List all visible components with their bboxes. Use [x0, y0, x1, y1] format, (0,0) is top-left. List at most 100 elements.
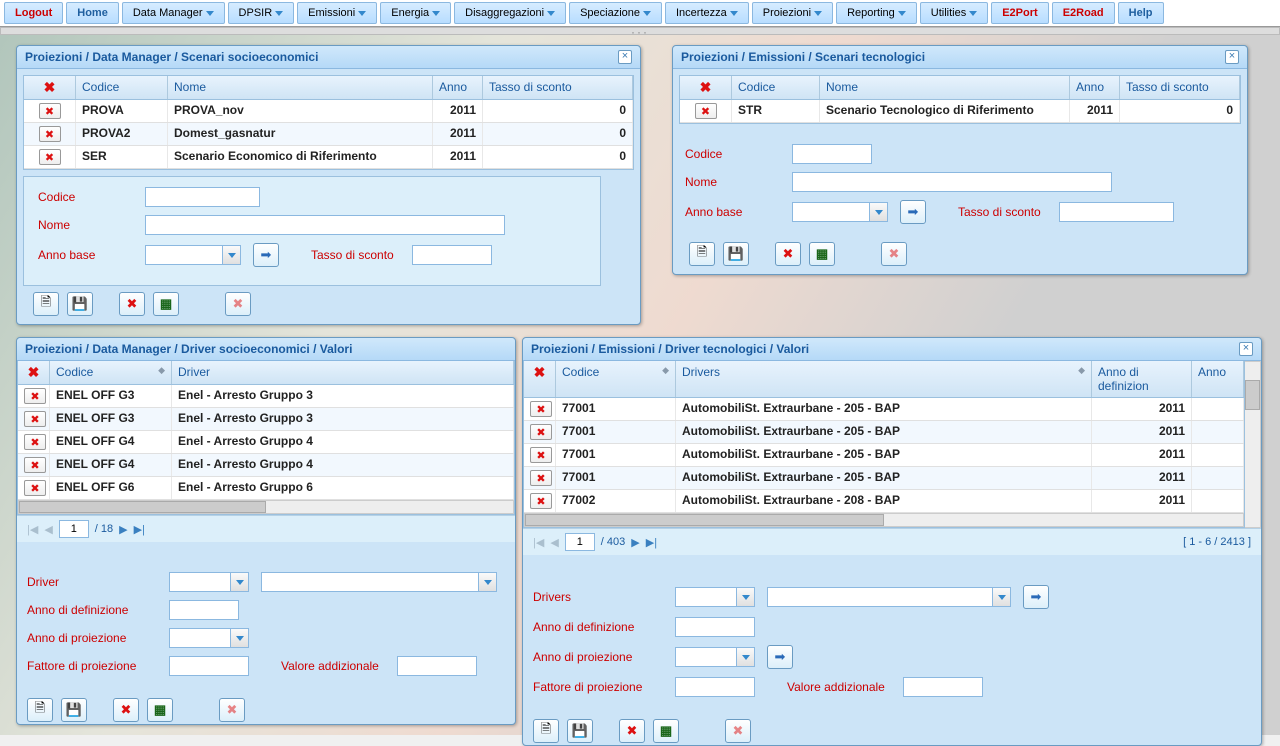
- tasso-input[interactable]: [1059, 202, 1174, 222]
- driver-name-input[interactable]: [261, 572, 479, 592]
- speciazione-menu[interactable]: Speciazione: [569, 2, 662, 24]
- delete-row-button[interactable]: ✖: [530, 424, 552, 440]
- help-button[interactable]: Help: [1118, 2, 1164, 24]
- chevron-down-icon[interactable]: [231, 628, 249, 648]
- prev-page-icon[interactable]: ◀: [550, 536, 558, 549]
- col-nome[interactable]: Nome: [168, 76, 433, 99]
- delete-row-button[interactable]: ✖: [695, 103, 717, 119]
- col-drivers[interactable]: Drivers◆: [676, 361, 1092, 397]
- nome-input[interactable]: [145, 215, 505, 235]
- table-row[interactable]: ✖SERScenario Economico di Riferimento201…: [24, 146, 633, 169]
- delete-button[interactable]: ✖: [113, 698, 139, 722]
- proiezioni-menu[interactable]: Proiezioni: [752, 2, 833, 24]
- delete-row-button[interactable]: ✖: [530, 470, 552, 486]
- col-codice[interactable]: Codice: [76, 76, 168, 99]
- annodef-input[interactable]: [675, 617, 755, 637]
- delete-all-icon[interactable]: [42, 80, 58, 94]
- annobase-input[interactable]: [145, 245, 223, 265]
- col-tasso[interactable]: Tasso di sconto: [483, 76, 633, 99]
- new-button[interactable]: 🗎: [689, 242, 715, 266]
- col-driver[interactable]: Driver: [172, 361, 514, 384]
- codice-input[interactable]: [145, 187, 260, 207]
- annodef-input[interactable]: [169, 600, 239, 620]
- nome-input[interactable]: [792, 172, 1112, 192]
- delete-row-button[interactable]: ✖: [24, 457, 46, 473]
- excel-button[interactable]: ▦: [809, 242, 835, 266]
- table-row[interactable]: ✖77002AutomobiliSt. Extraurbane - 208 - …: [524, 490, 1244, 513]
- annopro-input[interactable]: [169, 628, 231, 648]
- go-button[interactable]: ➡: [1023, 585, 1049, 609]
- last-page-icon[interactable]: ▶|: [134, 523, 145, 536]
- reset-button[interactable]: ✖: [725, 719, 751, 743]
- table-row[interactable]: ✖PROVAPROVA_nov20110: [24, 100, 633, 123]
- delete-button[interactable]: ✖: [619, 719, 645, 743]
- table-row[interactable]: ✖ENEL OFF G6Enel - Arresto Gruppo 6: [18, 477, 514, 500]
- reset-button[interactable]: ✖: [219, 698, 245, 722]
- delete-row-button[interactable]: ✖: [24, 388, 46, 404]
- delete-row-button[interactable]: ✖: [24, 480, 46, 496]
- v-scrollbar[interactable]: [1245, 361, 1261, 528]
- annopro-input[interactable]: [675, 647, 737, 667]
- panel-header[interactable]: Proiezioni / Emissioni / Driver tecnolog…: [523, 338, 1261, 361]
- page-input[interactable]: [565, 533, 595, 551]
- col-codice[interactable]: Codice: [732, 76, 820, 99]
- driver-name-input[interactable]: [767, 587, 993, 607]
- chevron-down-icon[interactable]: [993, 587, 1011, 607]
- valadd-input[interactable]: [397, 656, 477, 676]
- energia-menu[interactable]: Energia: [380, 2, 451, 24]
- table-row[interactable]: ✖ENEL OFF G4Enel - Arresto Gruppo 4: [18, 431, 514, 454]
- tasso-input[interactable]: [412, 245, 492, 265]
- table-row[interactable]: ✖ENEL OFF G3Enel - Arresto Gruppo 3: [18, 408, 514, 431]
- excel-button[interactable]: ▦: [147, 698, 173, 722]
- col-anno[interactable]: Anno: [1192, 361, 1244, 397]
- new-button[interactable]: 🗎: [533, 719, 559, 743]
- save-button[interactable]: 💾: [61, 698, 87, 722]
- utilities-menu[interactable]: Utilities: [920, 2, 988, 24]
- next-page-icon[interactable]: ▶: [119, 523, 127, 536]
- col-codice[interactable]: Codice◆: [556, 361, 676, 397]
- driver-code-input[interactable]: [675, 587, 737, 607]
- delete-row-button[interactable]: ✖: [39, 103, 61, 119]
- col-anno[interactable]: Anno: [1070, 76, 1120, 99]
- excel-button[interactable]: ▦: [153, 292, 179, 316]
- table-row[interactable]: ✖77001AutomobiliSt. Extraurbane - 205 - …: [524, 421, 1244, 444]
- chevron-down-icon[interactable]: [870, 202, 888, 222]
- page-input[interactable]: [59, 520, 89, 538]
- driver-code-input[interactable]: [169, 572, 231, 592]
- panel-header[interactable]: Proiezioni / Data Manager / Scenari soci…: [17, 46, 640, 69]
- table-row[interactable]: ✖77001AutomobiliSt. Extraurbane - 205 - …: [524, 467, 1244, 490]
- close-icon[interactable]: ×: [618, 50, 632, 64]
- delete-all-icon[interactable]: [26, 365, 42, 379]
- emissioni-menu[interactable]: Emissioni: [297, 2, 377, 24]
- disaggregazioni-menu[interactable]: Disaggregazioni: [454, 2, 566, 24]
- reporting-menu[interactable]: Reporting: [836, 2, 917, 24]
- delete-row-button[interactable]: ✖: [39, 126, 61, 142]
- prev-page-icon[interactable]: ◀: [44, 523, 52, 536]
- first-page-icon[interactable]: |◀: [27, 523, 38, 536]
- close-icon[interactable]: ×: [1225, 50, 1239, 64]
- e2road-button[interactable]: E2Road: [1052, 2, 1115, 24]
- delete-row-button[interactable]: ✖: [530, 493, 552, 509]
- chevron-down-icon[interactable]: [231, 572, 249, 592]
- codice-input[interactable]: [792, 144, 872, 164]
- go-button[interactable]: ➡: [767, 645, 793, 669]
- chevron-down-icon[interactable]: [223, 245, 241, 265]
- fattore-input[interactable]: [169, 656, 249, 676]
- table-row[interactable]: ✖STRScenario Tecnologico di Riferimento2…: [680, 100, 1240, 123]
- panel-header[interactable]: Proiezioni / Emissioni / Scenari tecnolo…: [673, 46, 1247, 69]
- table-row[interactable]: ✖ENEL OFF G4Enel - Arresto Gruppo 4: [18, 454, 514, 477]
- last-page-icon[interactable]: ▶|: [646, 536, 657, 549]
- reset-button[interactable]: ✖: [881, 242, 907, 266]
- panel-header[interactable]: Proiezioni / Data Manager / Driver socio…: [17, 338, 515, 361]
- go-button[interactable]: ➡: [900, 200, 926, 224]
- incertezza-menu[interactable]: Incertezza: [665, 2, 749, 24]
- table-row[interactable]: ✖PROVA2Domest_gasnatur20110: [24, 123, 633, 146]
- save-button[interactable]: 💾: [67, 292, 93, 316]
- save-button[interactable]: 💾: [567, 719, 593, 743]
- excel-button[interactable]: ▦: [653, 719, 679, 743]
- delete-button[interactable]: ✖: [775, 242, 801, 266]
- col-annodef[interactable]: Anno di definizion: [1092, 361, 1192, 397]
- col-codice[interactable]: Codice◆: [50, 361, 172, 384]
- table-row[interactable]: ✖77001AutomobiliSt. Extraurbane - 205 - …: [524, 398, 1244, 421]
- save-button[interactable]: 💾: [723, 242, 749, 266]
